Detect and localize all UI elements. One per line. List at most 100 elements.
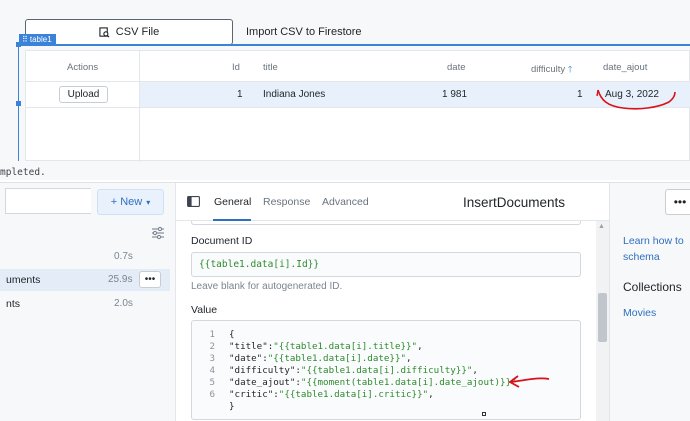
- value-code-editor[interactable]: 1 { 2 "title":"{{table1.data[i].title}}"…: [191, 320, 581, 420]
- new-query-button-label: + New: [110, 196, 143, 208]
- code-text: {: [229, 329, 235, 340]
- line-number: 4: [209, 365, 215, 376]
- cell-id: 1: [237, 89, 243, 100]
- document-id-hint: Leave blank for autogenerated ID.: [191, 281, 343, 292]
- line-number: 2: [209, 341, 215, 352]
- learn-schema-link-line2[interactable]: schema: [623, 251, 660, 263]
- code-line: 2 "title":"{{table1.data[i].title}}",: [192, 341, 580, 353]
- code-tail: ,: [406, 353, 412, 364]
- column-header-date-ajout[interactable]: date_ajout: [603, 62, 647, 73]
- column-header-date[interactable]: date: [447, 62, 466, 73]
- tab-advanced[interactable]: Advanced: [322, 196, 369, 208]
- drag-handle-icon: ⠿: [22, 35, 28, 44]
- learn-schema-link[interactable]: Learn how to: [623, 235, 684, 247]
- csv-file-button-label: CSV File: [115, 26, 160, 38]
- code-binding: "{{table1.data[i].difficulty}}": [300, 365, 473, 376]
- code-text: "date":"{{table1.data[i].date}}",: [229, 353, 412, 364]
- collections-heading: Collections: [623, 280, 682, 294]
- file-search-icon: [99, 26, 110, 37]
- run-status-text: mpleted.: [0, 167, 46, 178]
- code-line: 3 "date":"{{table1.data[i].date}}",: [192, 353, 580, 365]
- cell-difficulty: 1: [577, 89, 583, 100]
- sort-ascending-icon: 🡑: [567, 64, 573, 74]
- resize-handle[interactable]: [16, 101, 21, 106]
- upload-button[interactable]: Upload: [59, 86, 108, 103]
- document-id-value: {{table1.data[i].Id}}: [199, 259, 320, 270]
- code-key: "date_ajout":: [229, 377, 301, 388]
- import-csv-label: Import CSV to Firestore: [246, 26, 362, 38]
- line-number: 5: [209, 377, 215, 388]
- table-header-row: Actions Id title date difficulty 🡑 date_…: [26, 51, 690, 82]
- code-text: "difficulty":"{{table1.data[i].difficult…: [229, 365, 478, 376]
- code-text-partial: }: [229, 401, 235, 412]
- query-search-input[interactable]: [5, 188, 91, 214]
- scrollbar-thumb[interactable]: [598, 293, 607, 342]
- column-divider: [139, 51, 140, 162]
- column-header-actions[interactable]: Actions: [67, 62, 98, 73]
- table-row[interactable]: Upload 1 Indiana Jones 1 981 1 Aug 3, 20…: [26, 82, 690, 108]
- code-tail: ,: [417, 341, 423, 352]
- code-text: "date_ajout":"{{moment(table1.data[i].da…: [229, 377, 517, 388]
- column-header-title[interactable]: title: [263, 62, 278, 73]
- tab-response[interactable]: Response: [263, 196, 310, 208]
- data-table[interactable]: Actions Id title date difficulty 🡑 date_…: [25, 50, 690, 162]
- query-list-item[interactable]: nts 2.0s: [0, 293, 170, 315]
- scroll-up-icon[interactable]: ▲: [598, 223, 605, 230]
- red-annotation-arrow: [508, 375, 550, 388]
- code-text: "critic":"{{table1.data[i].critic}}",: [229, 389, 434, 400]
- red-annotation-underline: [596, 89, 676, 110]
- query-duration: 2.0s: [114, 298, 133, 309]
- query-editor-area: + New ▾ 0.7s uments 25.9s ••• nts 2.0s G…: [0, 182, 690, 421]
- widget-name-label: table1: [29, 35, 52, 44]
- sidebar-toggle-icon[interactable]: [187, 196, 200, 207]
- code-line: }: [192, 401, 580, 413]
- line-number: 1: [209, 329, 215, 340]
- code-key: "critic":: [229, 389, 279, 400]
- code-binding: "{{table1.data[i].critic}}": [278, 389, 429, 400]
- filter-settings-icon[interactable]: [151, 226, 165, 240]
- code-tail: ,: [472, 365, 478, 376]
- document-id-field[interactable]: {{table1.data[i].Id}}: [191, 252, 581, 277]
- query-form: Document ID {{table1.data[i].Id}} Leave …: [176, 221, 596, 421]
- value-label: Value: [191, 304, 218, 316]
- query-list-item[interactable]: 0.7s: [0, 246, 170, 268]
- document-id-label: Document ID: [191, 235, 253, 247]
- query-list-pane: + New ▾ 0.7s uments 25.9s ••• nts 2.0s: [0, 183, 176, 421]
- csv-file-button[interactable]: CSV File: [25, 19, 233, 45]
- code-key: "difficulty":: [229, 365, 301, 376]
- cell-title: Indiana Jones: [263, 89, 326, 100]
- query-duration: 0.7s: [114, 251, 133, 262]
- tab-general[interactable]: General: [214, 196, 251, 208]
- new-query-button[interactable]: + New ▾: [97, 189, 164, 215]
- column-header-id[interactable]: Id: [232, 62, 240, 73]
- column-header-difficulty[interactable]: difficulty 🡑: [531, 62, 572, 78]
- help-pane: ••• Learn how to schema Collections Movi…: [609, 183, 690, 421]
- query-more-button[interactable]: •••: [139, 271, 161, 288]
- selection-frame-top: [18, 44, 690, 46]
- editor-tab-bar: General Response Advanced InsertDocument…: [176, 183, 609, 221]
- line-number: 3: [209, 353, 215, 364]
- code-binding: "{{moment(table1.data[i].date_ajout)}}": [300, 377, 517, 388]
- chevron-down-icon: ▾: [146, 197, 151, 207]
- code-key: "title":: [229, 341, 274, 352]
- column-header-difficulty-label: difficulty: [531, 64, 566, 75]
- line-number: 6: [209, 389, 215, 400]
- query-list-item-selected[interactable]: uments 25.9s •••: [0, 269, 170, 291]
- code-binding: "{{table1.data[i].title}}": [273, 341, 418, 352]
- query-title[interactable]: InsertDocuments: [463, 195, 565, 210]
- more-options-button[interactable]: •••: [665, 189, 690, 215]
- collection-input[interactable]: [191, 221, 581, 225]
- form-scrollbar[interactable]: ▲: [596, 221, 609, 421]
- code-text: "title":"{{table1.data[i].title}}",: [229, 341, 423, 352]
- code-binding: "{{table1.data[i].date}}": [267, 353, 407, 364]
- code-key: "date":: [229, 353, 268, 364]
- app-canvas: CSV File Import CSV to Firestore ⠿ table…: [0, 0, 690, 180]
- cell-date: 1 981: [442, 89, 468, 100]
- collection-item-movies[interactable]: Movies: [623, 307, 656, 319]
- widget-name-tag[interactable]: ⠿ table1: [19, 34, 56, 45]
- query-name: nts: [6, 298, 21, 310]
- query-name: uments: [6, 274, 41, 286]
- query-duration: 25.9s: [108, 274, 133, 285]
- code-tail: ,: [428, 389, 434, 400]
- code-line: 1 {: [192, 329, 580, 341]
